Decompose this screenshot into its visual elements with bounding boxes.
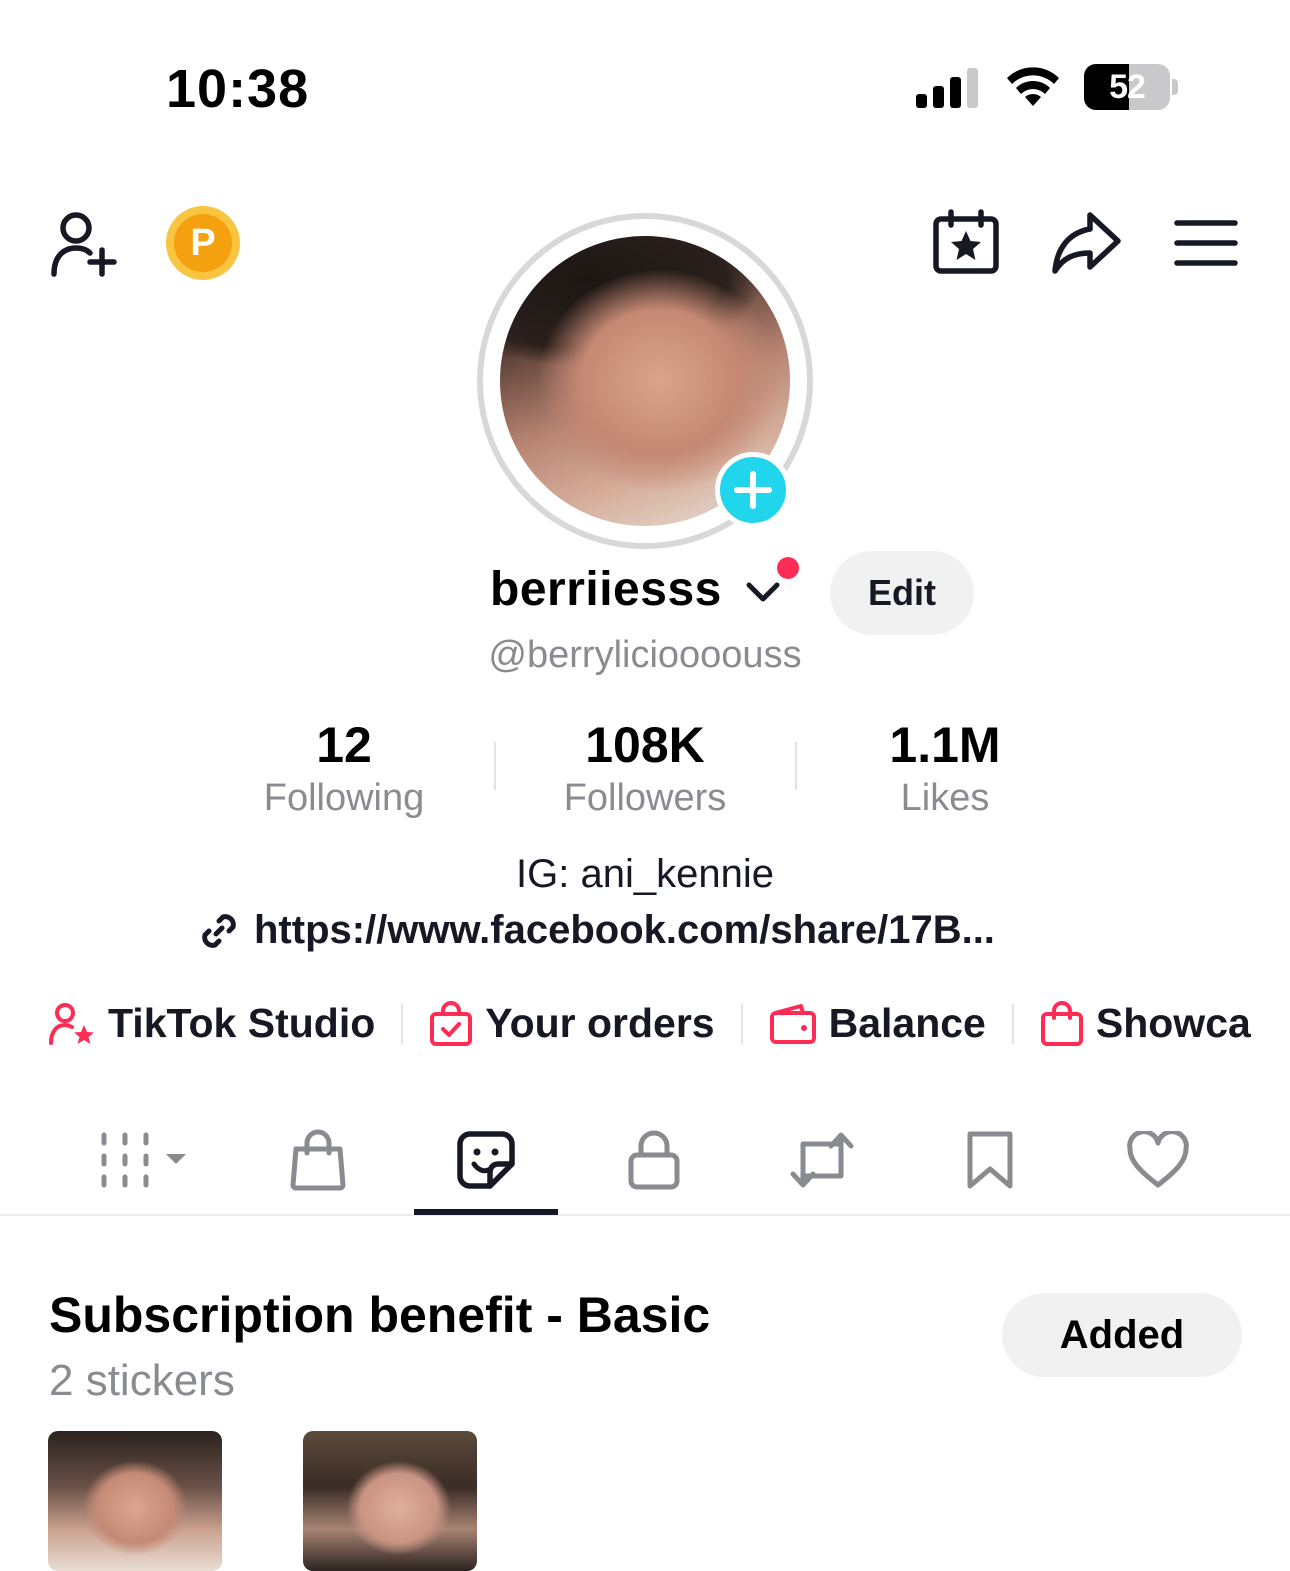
chevron-down-icon[interactable] — [745, 580, 781, 604]
user-star-icon — [49, 1002, 94, 1045]
profile-handle: @berrylicioooouss — [488, 634, 802, 676]
shortcut-balance[interactable]: Balance — [769, 1000, 986, 1047]
wifi-icon — [1007, 67, 1059, 106]
stat-label: Likes — [900, 777, 990, 819]
tab-shop[interactable] — [246, 1110, 390, 1210]
stat-value: 1.1M — [889, 717, 1001, 773]
shortcut-tiktok-studio[interactable]: TikTok Studio — [48, 1000, 375, 1047]
battery-percentage: 52 — [1109, 68, 1146, 106]
sticker-thumbnail[interactable] — [48, 1431, 222, 1571]
coin-letter: P — [174, 214, 232, 272]
shortcut-label: Balance — [828, 1000, 986, 1046]
active-tab-indicator — [414, 1209, 558, 1215]
profile-link-text[interactable]: https://www.facebook.com/share/17B... — [254, 908, 995, 953]
share-icon[interactable] — [1046, 206, 1126, 278]
menu-icon[interactable] — [1170, 210, 1242, 276]
content-tabs — [0, 1110, 1290, 1214]
added-button[interactable]: Added — [1002, 1293, 1242, 1377]
stat-likes[interactable]: 1.1M Likes — [825, 716, 1065, 822]
shortcut-divider — [1011, 1003, 1014, 1044]
shop-bag-icon — [290, 1129, 346, 1191]
heart-icon — [1127, 1131, 1189, 1188]
shortcut-label: TikTok Studio — [108, 1000, 376, 1046]
add-story-plus-icon[interactable] — [715, 452, 791, 528]
shortcut-divider — [401, 1003, 404, 1044]
shortcuts-row: TikTok Studio Your orders Balance Showca — [48, 1000, 1251, 1047]
tab-stickers[interactable] — [414, 1110, 558, 1210]
tabs-border — [0, 1214, 1290, 1216]
tab-favorites[interactable] — [918, 1110, 1062, 1210]
shortcut-your-orders[interactable]: Your orders — [429, 1000, 715, 1047]
profile-link[interactable]: https://www.facebook.com/share/17B... — [198, 908, 995, 953]
sticker-count: 2 stickers — [49, 1356, 235, 1405]
username[interactable]: berriiesss — [490, 562, 722, 617]
order-bag-icon — [430, 1000, 473, 1046]
tab-private[interactable] — [582, 1110, 726, 1210]
shortcut-divider — [740, 1003, 743, 1044]
stat-label: Followers — [563, 777, 727, 819]
status-time: 10:38 — [166, 59, 310, 119]
stat-label: Following — [263, 777, 425, 819]
battery-icon: 52 — [1084, 64, 1170, 110]
battery-tip — [1172, 79, 1178, 95]
edit-profile-button[interactable]: Edit — [830, 551, 974, 635]
lock-icon — [628, 1130, 680, 1190]
shortcut-label: Showca — [1095, 1000, 1251, 1046]
shortcut-label: Your orders — [485, 1000, 715, 1046]
profile-bio: IG: ani_kennie — [516, 852, 774, 896]
tab-videos[interactable] — [70, 1110, 214, 1210]
repost-icon — [790, 1132, 854, 1188]
shortcut-showcase[interactable]: Showca — [1040, 1000, 1251, 1047]
stat-following[interactable]: 12 Following — [224, 716, 464, 822]
sticker-icon — [457, 1131, 515, 1189]
stat-followers[interactable]: 108K Followers — [525, 716, 765, 822]
stat-value: 12 — [316, 717, 372, 773]
shopping-bag-icon — [1040, 1000, 1083, 1046]
tab-reposts[interactable] — [750, 1110, 894, 1210]
subscription-title: Subscription benefit - Basic — [49, 1287, 711, 1343]
link-icon — [202, 913, 236, 948]
wallet-icon — [769, 1003, 816, 1044]
cellular-signal-icon — [916, 68, 978, 108]
sticker-thumbnail[interactable] — [303, 1431, 477, 1571]
notification-dot — [777, 557, 799, 579]
stat-divider — [795, 742, 797, 790]
stat-divider — [494, 742, 496, 790]
calendar-star-icon[interactable] — [928, 206, 1004, 278]
points-coin-icon[interactable]: P — [166, 206, 240, 280]
tab-liked[interactable] — [1086, 1110, 1230, 1210]
add-user-icon[interactable] — [44, 206, 124, 282]
videos-grid-icon — [101, 1132, 186, 1188]
stat-value: 108K — [585, 717, 705, 773]
bookmark-icon — [967, 1131, 1013, 1189]
